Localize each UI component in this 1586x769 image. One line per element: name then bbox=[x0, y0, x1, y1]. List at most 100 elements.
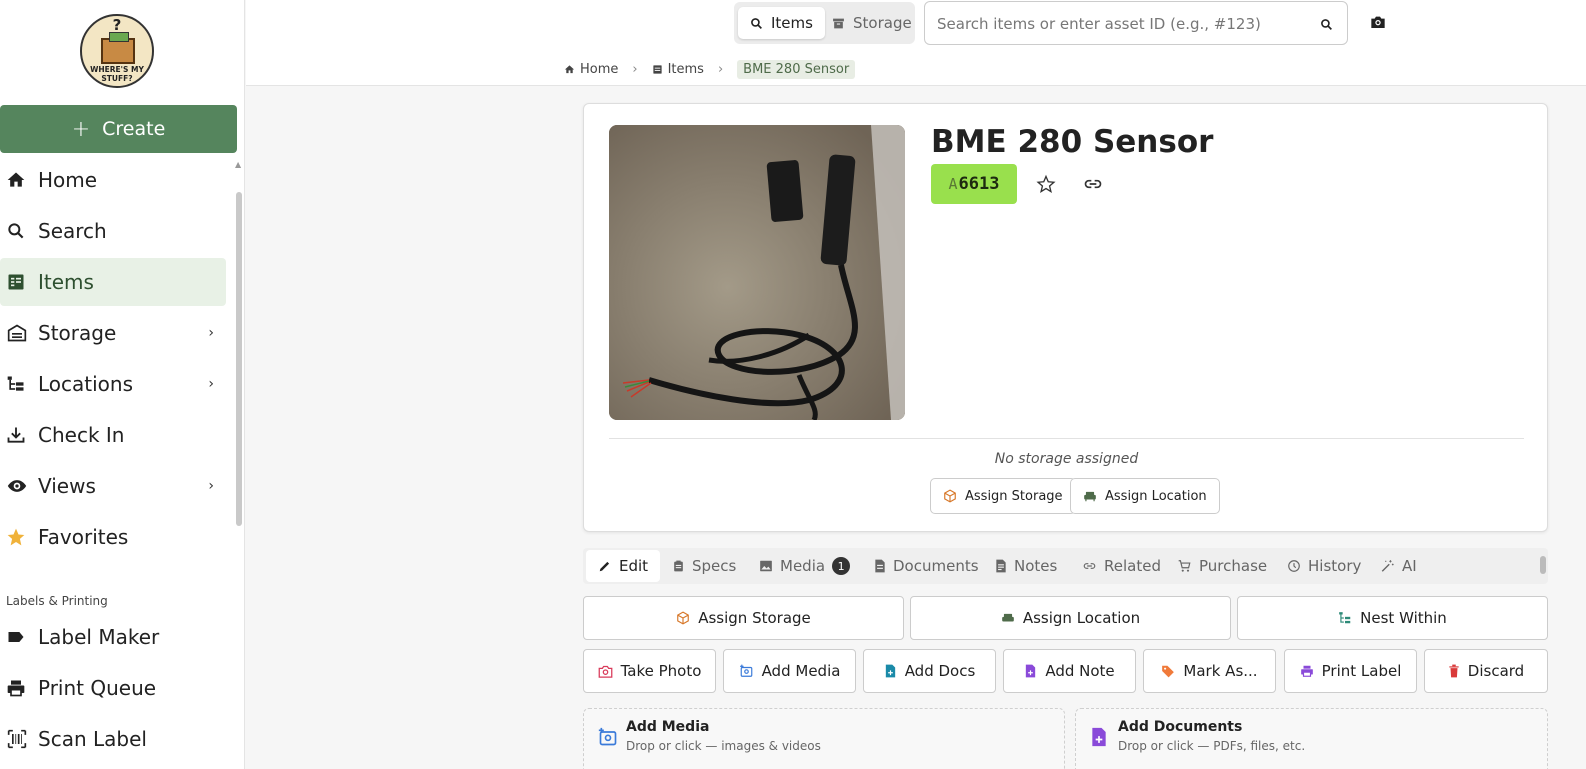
search-input[interactable] bbox=[937, 12, 1307, 36]
add-media-button[interactable]: Add Media bbox=[723, 649, 856, 693]
divider bbox=[609, 438, 1524, 439]
add-note-button[interactable]: Add Note bbox=[1003, 649, 1136, 693]
sidebar-item-views[interactable]: Views › bbox=[0, 462, 226, 510]
mark-as-button[interactable]: Mark As... bbox=[1143, 649, 1276, 693]
assign-storage-action-button[interactable]: Assign Storage bbox=[583, 596, 904, 640]
item-title: BME 280 Sensor bbox=[931, 124, 1214, 160]
link-icon bbox=[1083, 563, 1096, 569]
breadcrumb-separator: › bbox=[632, 62, 638, 77]
download-icon bbox=[0, 425, 38, 445]
documents-drop-zone[interactable]: Add Documents Drop or click — PDFs, file… bbox=[1075, 708, 1548, 769]
pencil-icon bbox=[599, 561, 610, 572]
star-icon bbox=[0, 527, 38, 547]
tabs-scrollbar[interactable] bbox=[1540, 556, 1546, 574]
plus-icon: + bbox=[71, 116, 91, 142]
sidebar-item-storage[interactable]: Storage › bbox=[0, 309, 226, 357]
scope-items-button[interactable]: Items bbox=[738, 7, 825, 39]
archive-icon bbox=[833, 18, 844, 28]
search-icon[interactable] bbox=[1320, 16, 1333, 35]
sofa-icon bbox=[1084, 491, 1096, 502]
home-icon bbox=[0, 170, 38, 190]
sidebar-item-home[interactable]: Home bbox=[0, 156, 226, 204]
search-bar bbox=[924, 1, 1348, 45]
item-photo[interactable] bbox=[609, 125, 905, 420]
tab-ai[interactable]: AI bbox=[1368, 550, 1429, 582]
sidebar-item-favorites[interactable]: Favorites bbox=[0, 513, 226, 561]
sidebar-item-print-queue[interactable]: Print Queue bbox=[0, 664, 226, 712]
scope-storage-button[interactable]: Storage bbox=[820, 7, 924, 39]
tab-specs[interactable]: Specs bbox=[660, 550, 748, 582]
create-button[interactable]: + Create bbox=[0, 105, 237, 153]
trash-icon bbox=[1449, 664, 1459, 678]
sidebar-item-scan-label[interactable]: Scan Label bbox=[0, 715, 226, 763]
nest-within-button[interactable]: Nest Within bbox=[1237, 596, 1548, 640]
breadcrumb: Home › Items › BME 280 Sensor bbox=[564, 60, 856, 79]
app-logo[interactable]: ? WHERE'S MY STUFF? bbox=[80, 14, 154, 88]
print-label-button[interactable]: Print Label bbox=[1284, 649, 1417, 693]
chevron-right-icon: › bbox=[208, 325, 214, 341]
sidebar-item-label-maker[interactable]: Label Maker bbox=[0, 613, 226, 661]
sidebar-item-items[interactable]: Items bbox=[0, 258, 226, 306]
document-icon bbox=[875, 559, 885, 573]
items-icon bbox=[0, 272, 38, 292]
breadcrumb-separator: › bbox=[717, 62, 724, 77]
cart-icon bbox=[1178, 560, 1191, 572]
breadcrumb-current: BME 280 Sensor bbox=[737, 60, 856, 79]
sidebar-scrollbar[interactable] bbox=[236, 192, 242, 526]
image-icon bbox=[760, 560, 772, 572]
media-drop-zone[interactable]: Add Media Drop or click — images & video… bbox=[583, 708, 1065, 769]
note-icon bbox=[996, 559, 1006, 573]
printer-icon bbox=[1300, 665, 1313, 677]
breadcrumb-items[interactable]: Items bbox=[652, 62, 704, 77]
add-document-icon bbox=[885, 664, 895, 678]
tab-notes[interactable]: Notes bbox=[983, 550, 1069, 582]
assign-location-button[interactable]: Assign Location bbox=[1070, 478, 1220, 514]
tab-history[interactable]: History bbox=[1275, 550, 1373, 582]
sidebar-item-check-in[interactable]: Check In bbox=[0, 411, 226, 459]
chevron-right-icon: › bbox=[208, 376, 214, 392]
storage-icon bbox=[0, 323, 38, 343]
section-label-printing: Labels & Printing bbox=[6, 594, 108, 608]
assign-storage-button[interactable]: Assign Storage bbox=[930, 478, 1076, 514]
tab-edit[interactable]: Edit bbox=[586, 550, 661, 582]
link-icon[interactable] bbox=[1082, 174, 1104, 198]
history-icon bbox=[1288, 560, 1300, 572]
box-icon bbox=[101, 32, 135, 64]
search-scope-toggle: Items Storage bbox=[734, 2, 915, 44]
hierarchy-icon bbox=[1339, 612, 1351, 624]
asset-id-badge[interactable]: A 6613 bbox=[931, 164, 1017, 204]
camera-icon[interactable] bbox=[1370, 14, 1386, 33]
favorite-star-icon[interactable] bbox=[1036, 174, 1056, 198]
printer-icon bbox=[0, 678, 38, 698]
tab-documents[interactable]: Documents bbox=[862, 550, 991, 582]
discard-button[interactable]: Discard bbox=[1424, 649, 1548, 693]
search-icon bbox=[751, 17, 762, 29]
breadcrumb-home[interactable]: Home bbox=[564, 62, 618, 77]
media-count-badge: 1 bbox=[832, 557, 851, 575]
take-photo-button[interactable]: Take Photo bbox=[583, 649, 716, 693]
assign-location-action-button[interactable]: Assign Location bbox=[910, 596, 1231, 640]
item-card: BME 280 Sensor A 6613 No storage assigne… bbox=[583, 103, 1548, 532]
tab-purchase[interactable]: Purchase bbox=[1165, 550, 1279, 582]
label-icon bbox=[0, 627, 38, 647]
tab-media[interactable]: Media 1 bbox=[747, 550, 862, 582]
add-document-icon bbox=[1090, 727, 1108, 751]
items-icon bbox=[652, 65, 662, 74]
scroll-up-icon[interactable]: ▲ bbox=[235, 160, 241, 169]
add-photo-icon bbox=[739, 664, 752, 677]
sidebar-item-locations[interactable]: Locations › bbox=[0, 360, 226, 408]
sofa-icon bbox=[1002, 613, 1014, 622]
chevron-right-icon: › bbox=[208, 478, 214, 494]
barcode-icon bbox=[0, 729, 38, 749]
tab-related[interactable]: Related bbox=[1070, 550, 1173, 582]
sidebar: ? WHERE'S MY STUFF? + Create ▲ Home Sear… bbox=[0, 0, 245, 769]
locations-icon bbox=[0, 374, 38, 394]
item-tabs: Edit Specs Media 1 Documents Notes Relat… bbox=[583, 548, 1548, 584]
camera-icon bbox=[598, 665, 612, 678]
box-icon bbox=[677, 611, 690, 625]
add-note-icon bbox=[1026, 664, 1036, 678]
no-storage-text: No storage assigned bbox=[994, 451, 1139, 467]
add-docs-button[interactable]: Add Docs bbox=[863, 649, 996, 693]
add-photo-icon bbox=[598, 727, 618, 751]
sidebar-item-search[interactable]: Search bbox=[0, 207, 226, 255]
